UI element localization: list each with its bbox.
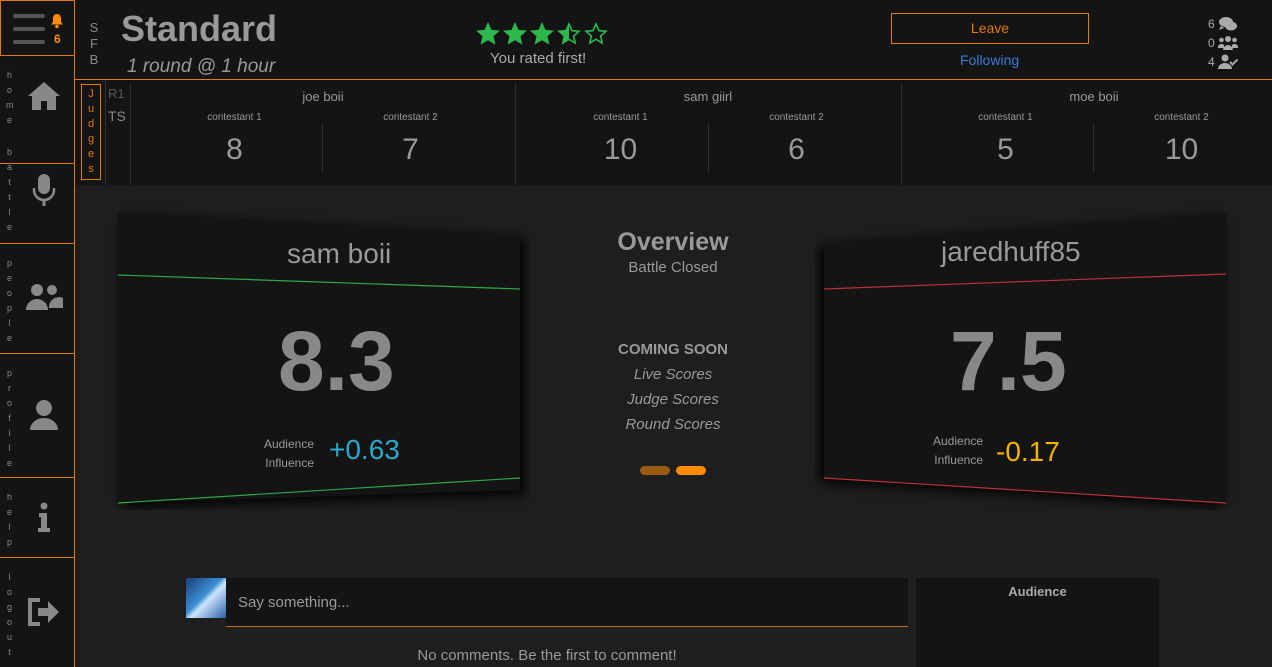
sidebar-item-profile[interactable]: profile — [0, 354, 75, 478]
app: 6 home battle people profile help logout… — [0, 0, 1272, 667]
info-icon — [38, 502, 50, 532]
comment-input[interactable] — [226, 578, 908, 627]
sidebar-item-label: home — [6, 70, 15, 125]
hamburger-menu-icon[interactable] — [13, 14, 45, 44]
sidebar-item-battle[interactable]: battle — [0, 147, 75, 244]
influence-label-line-2: Influence — [934, 453, 983, 467]
contestant-right-score: 7.5 — [950, 314, 1067, 408]
star-icon[interactable] — [503, 22, 527, 46]
judge-score: 8 — [226, 133, 243, 166]
judge-score: 5 — [997, 133, 1014, 166]
leave-button[interactable]: Leave — [891, 13, 1089, 44]
voters-count: 4 — [1208, 52, 1238, 71]
battle-format: 1 round @ 1 hour — [127, 56, 276, 77]
influence-label-line-1: Audience — [263, 437, 314, 451]
star-icon[interactable] — [530, 22, 554, 46]
contestant-2-label: contestant 2 — [1154, 112, 1209, 123]
coming-soon-panel: COMING SOON Live Scores Judge Scores Rou… — [560, 341, 786, 437]
sidebar-item-label: people — [6, 258, 13, 343]
menu-area: 6 — [0, 0, 75, 56]
contestant-left-score: 8.3 — [278, 314, 395, 408]
sidebar-item-logout[interactable]: logout — [0, 558, 75, 667]
star-rating[interactable] — [476, 22, 608, 46]
divider — [1093, 124, 1094, 172]
battle-stats: 6 0 4 — [1208, 14, 1238, 71]
no-comments-message: No comments. Be the first to comment! — [417, 647, 677, 664]
overview-title: Overview — [617, 228, 729, 256]
sidebar-item-label: help — [6, 492, 13, 547]
home-icon — [28, 82, 60, 110]
sfb-label: SFB — [89, 20, 101, 67]
sidebar-item-people[interactable]: people — [0, 244, 75, 354]
microphone-icon — [32, 174, 56, 206]
star-icon[interactable] — [584, 22, 608, 46]
judge-name: sam giirl — [683, 89, 733, 104]
contestant-left-name: sam boii — [287, 238, 392, 269]
divider — [322, 124, 323, 172]
judge-score: 7 — [402, 133, 419, 166]
comments-count: 6 — [1208, 14, 1238, 33]
contestant-1-label: contestant 1 — [207, 112, 262, 123]
coming-soon-title: COMING SOON — [617, 341, 728, 358]
viewers-count: 0 — [1208, 33, 1238, 52]
users-icon — [1217, 35, 1238, 50]
audience-panel: Audience — [916, 578, 1159, 667]
coming-soon-item: Round Scores — [625, 416, 721, 433]
contestant-1-label: contestant 1 — [593, 112, 648, 123]
contestant-2-label: contestant 2 — [383, 112, 438, 123]
influence-label: Audience Influence — [933, 432, 983, 470]
user-icon — [30, 400, 58, 430]
viewers-count-value: 0 — [1208, 35, 1215, 50]
avatar — [186, 578, 226, 618]
audience-title: Audience — [1008, 584, 1067, 599]
judge-name: moe boii — [1069, 89, 1119, 104]
judge-score: 10 — [603, 133, 638, 166]
contestant-1-label: contestant 1 — [978, 112, 1033, 123]
influence-label: Audience Influence — [260, 435, 314, 473]
users-icon — [26, 284, 63, 310]
contestant-right-name: jaredhuff85 — [941, 236, 1081, 267]
carousel-dot-active[interactable] — [676, 466, 706, 475]
contestant-left-influence: +0.63 — [329, 434, 400, 465]
contestant-2-label: contestant 2 — [769, 112, 824, 123]
sidebar-item-label: logout — [6, 572, 13, 657]
page-title: Standard — [121, 8, 278, 49]
comments-count-value: 6 — [1208, 16, 1215, 31]
rated-message: You rated first! — [490, 50, 587, 67]
notification-count: 6 — [54, 32, 61, 46]
coming-soon-item: Live Scores — [633, 366, 713, 383]
following-link[interactable]: Following — [960, 52, 1019, 68]
sidebar-item-label: profile — [6, 368, 13, 468]
sign-out-icon — [28, 598, 59, 626]
comments-icon — [1218, 16, 1237, 30]
star-icon[interactable] — [476, 22, 500, 46]
overview-panel: Overview Battle Closed — [560, 228, 786, 276]
sidebar-item-help[interactable]: help — [0, 478, 75, 558]
bell-icon[interactable] — [50, 13, 64, 29]
user-check-icon — [1217, 54, 1238, 69]
influence-label-line-2: Influence — [265, 456, 314, 470]
judge-score: 10 — [1164, 133, 1199, 166]
coming-soon-item: Judge Scores — [627, 391, 719, 408]
contestant-right-influence: -0.17 — [996, 436, 1060, 467]
judges-panel: Judges R1 TS joe boii contestant 1 conte… — [75, 80, 1272, 185]
battle-header: SFB Standard 1 round @ 1 hour You rated … — [75, 0, 1272, 80]
judge-score: 6 — [788, 133, 805, 166]
battle-status: Battle Closed — [628, 259, 718, 276]
star-icon[interactable] — [557, 22, 581, 46]
sidebar-item-label: battle — [6, 147, 13, 232]
carousel-dot[interactable] — [640, 466, 670, 475]
round-label: R1 — [108, 86, 125, 101]
divider — [105, 80, 106, 185]
sidebar: 6 home battle people profile help logout — [0, 0, 75, 667]
voters-count-value: 4 — [1208, 54, 1215, 69]
judges-label: Judges — [81, 84, 101, 180]
divider — [708, 124, 709, 172]
category-label: TS — [108, 108, 126, 124]
carousel-dots — [640, 466, 706, 475]
judge-name: joe boii — [302, 89, 344, 104]
influence-label-line-1: Audience — [933, 434, 984, 448]
